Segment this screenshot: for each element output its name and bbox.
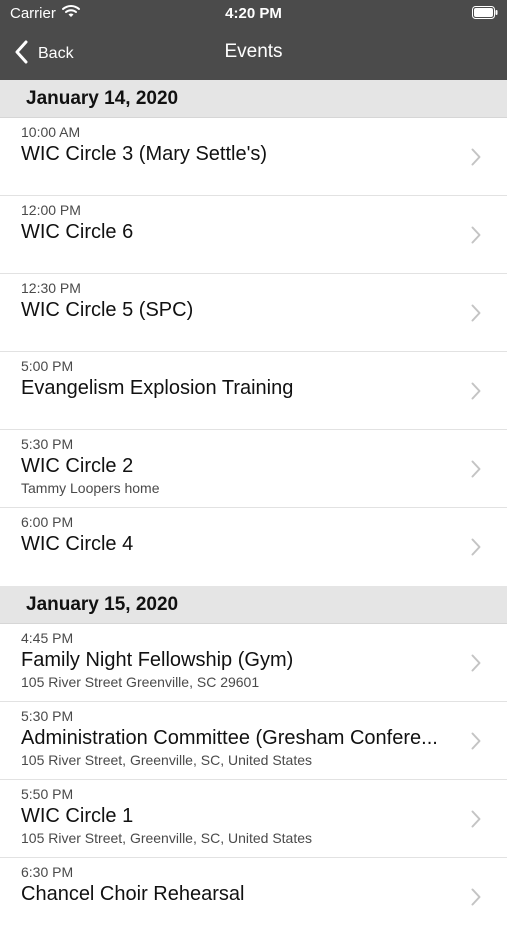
chevron-right-icon [471,810,481,828]
event-title: WIC Circle 3 (Mary Settle's) [21,143,268,165]
event-row[interactable]: 5:30 PM Administration Committee (Gresham… [0,702,507,780]
event-time: 12:30 PM [21,280,81,296]
event-time: 4:45 PM [21,630,74,646]
chevron-right-icon [471,382,481,400]
event-time: 10:00 AM [21,124,81,140]
chevron-right-icon [471,304,481,322]
event-time: 5:30 PM [21,708,74,724]
event-title: Chancel Choir Rehearsal [21,883,245,905]
chevron-right-icon [471,732,481,750]
event-row[interactable]: 5:00 PM Evangelism Explosion Training [0,352,507,430]
battery-icon [472,6,498,19]
event-row[interactable]: 4:45 PM Family Night Fellowship (Gym) 105 … [0,624,507,702]
event-row[interactable]: 5:50 PM WIC Circle 1 105 River Street, Gre… [0,780,507,858]
event-row[interactable]: 6:00 PM WIC Circle 4 [0,508,507,586]
event-title: WIC Circle 5 (SPC) [21,299,194,321]
event-title: WIC Circle 4 [21,533,134,555]
event-location: 105 River Street Greenville, SC 29601 [21,674,260,690]
section-header-date: January 14, 2020 [0,80,507,118]
event-title: Evangelism Explosion Training [21,377,294,399]
event-title: Family Night Fellowship (Gym) [21,649,294,671]
event-location: Tammy Loopers home [21,480,160,496]
event-title: Administration Committee (Gresham Confer… [21,727,438,749]
event-title: WIC Circle 2 [21,455,134,477]
event-title: WIC Circle 6 [21,221,134,243]
chevron-right-icon [471,538,481,556]
event-time: 6:00 PM [21,514,74,530]
event-time: 5:00 PM [21,358,74,374]
chevron-right-icon [471,226,481,244]
status-time: 4:20 PM [225,5,282,22]
event-time: 5:30 PM [21,436,74,452]
events-list: January 14, 2020 10:00 AM WIC Circle 3 (Ma… [0,80,507,936]
chevron-right-icon [471,888,481,906]
event-location: 105 River Street, Greenville, SC, United… [21,830,313,846]
event-row[interactable]: 5:30 PM WIC Circle 2 Tammy Loopers home [0,430,507,508]
section-header-date: January 15, 2020 [0,586,507,624]
page-title: Events [224,41,283,62]
event-row[interactable]: 12:00 PM WIC Circle 6 [0,196,507,274]
chevron-right-icon [471,654,481,672]
top-bar: Carrier 4:20 PM Back Events [0,0,507,80]
event-row[interactable]: 6:30 PM Chancel Choir Rehearsal [0,858,507,936]
event-time: 12:00 PM [21,202,81,218]
status-bar: Carrier 4:20 PM [0,0,507,28]
event-title: WIC Circle 1 [21,805,134,827]
event-location: 105 River Street, Greenville, SC, United… [21,752,313,768]
event-row[interactable]: 12:30 PM WIC Circle 5 (SPC) [0,274,507,352]
navigation-bar: Back Events [0,28,507,80]
chevron-right-icon [471,148,481,166]
chevron-right-icon [471,460,481,478]
event-time: 6:30 PM [21,864,74,880]
event-row[interactable]: 10:00 AM WIC Circle 3 (Mary Settle's) [0,118,507,196]
event-time: 5:50 PM [21,786,74,802]
